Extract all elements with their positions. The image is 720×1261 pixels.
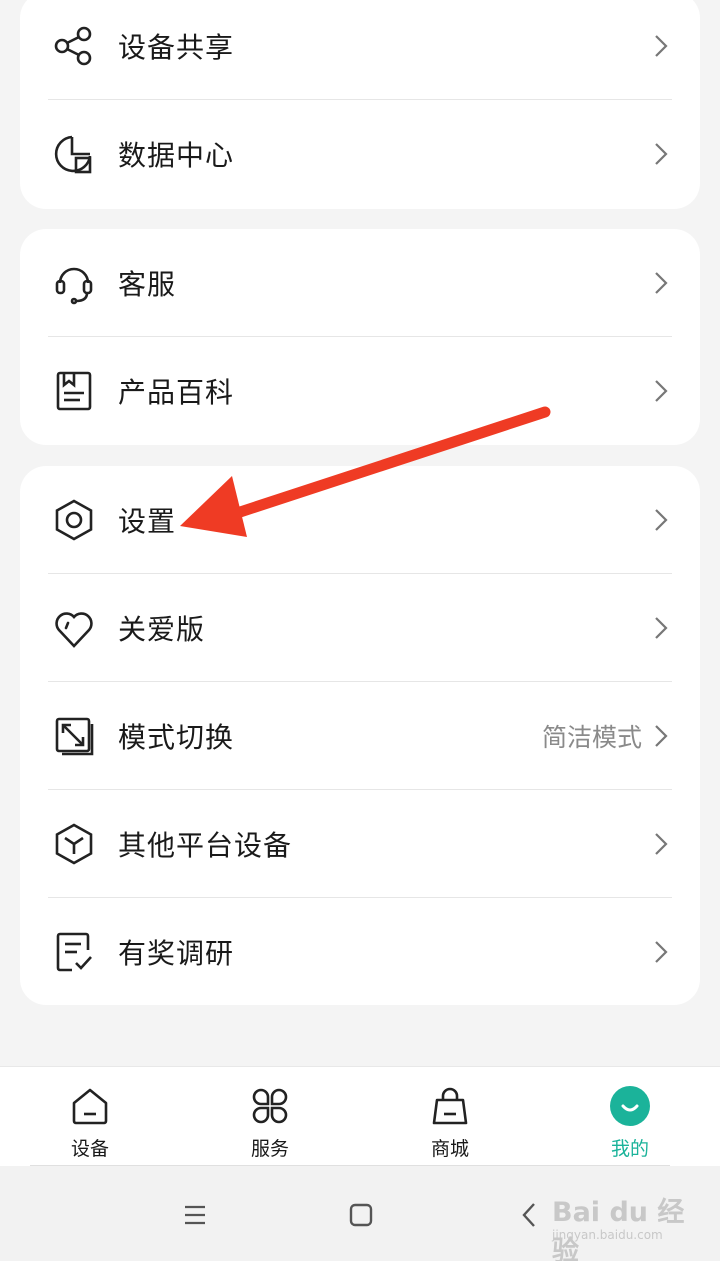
current-mode-value: 简洁模式 <box>541 722 642 752</box>
menu-item-label: 关爱版 <box>118 612 206 646</box>
chevron-right-icon <box>650 830 672 858</box>
bag-icon <box>428 1084 472 1128</box>
watermark-logo-text: Bai du 经验 <box>552 1197 685 1261</box>
tab-label: 我的 <box>610 1138 649 1160</box>
menu-item-label: 其他平台设备 <box>118 828 293 862</box>
menu-item-data-center[interactable]: 数据中心 <box>48 100 672 208</box>
menu-item-label: 设备共享 <box>118 30 235 64</box>
menu-item-other-platform-devices[interactable]: 其他平台设备 <box>48 790 672 898</box>
bottom-tab-bar: 设备 服务 商城 我的 <box>0 1066 720 1166</box>
tab-services[interactable]: 服务 <box>180 1067 360 1166</box>
watermark-url: jingyan.baidu.com <box>552 1228 663 1242</box>
tab-label: 商城 <box>430 1138 469 1160</box>
menu-item-label: 产品百科 <box>118 376 235 409</box>
back-nav-button[interactable] <box>512 1198 546 1232</box>
menu-item-label: 模式切换 <box>118 720 235 754</box>
chevron-right-icon <box>650 377 672 405</box>
menu-item-customer-service[interactable]: 客服 <box>48 229 672 337</box>
tab-me[interactable]: 我的 <box>540 1067 720 1166</box>
menu-icon <box>185 1205 205 1225</box>
menu-item-survey[interactable]: 有奖调研 <box>48 898 672 1006</box>
tab-mall[interactable]: 商城 <box>360 1067 540 1166</box>
heart-icon <box>50 604 98 652</box>
menu-item-label: 有奖调研 <box>118 937 235 970</box>
chevron-right-icon <box>650 269 672 297</box>
smile-avatar-icon <box>608 1084 652 1128</box>
watermark: Bai du 经验 jingyan.baidu.com <box>548 1182 698 1261</box>
chevron-right-icon <box>650 938 672 966</box>
menu-card-2: 客服 产品百科 <box>20 229 700 445</box>
menu-item-label: 设置 <box>118 504 177 538</box>
tab-label: 设备 <box>70 1138 109 1160</box>
menu-item-product-wiki[interactable]: 产品百科 <box>48 337 672 445</box>
menu-item-label: 客服 <box>118 267 177 301</box>
cube-icon <box>50 820 98 868</box>
share-icon <box>50 22 98 70</box>
menu-item-label: 数据中心 <box>118 139 235 172</box>
data-center-icon <box>50 130 98 178</box>
hexagon-settings-icon <box>50 496 98 544</box>
chevron-right-icon <box>650 722 672 750</box>
survey-icon <box>50 928 98 976</box>
profile-screen: 设备共享 数据中心 客服 产品百科 设置 关爱版 模式切换 简洁模式 其他平台设… <box>0 0 720 1261</box>
chevron-right-icon <box>650 32 672 60</box>
menu-card-3: 设置 关爱版 模式切换 简洁模式 其他平台设备 有奖调研 <box>20 466 700 1005</box>
menu-item-device-share[interactable]: 设备共享 <box>48 0 672 100</box>
chevron-right-icon <box>650 614 672 642</box>
menu-nav-button[interactable] <box>178 1198 212 1232</box>
chevron-right-icon <box>650 506 672 534</box>
tab-label: 服务 <box>250 1138 289 1160</box>
menu-item-mode-switch[interactable]: 模式切换 简洁模式 <box>48 682 672 790</box>
menu-item-settings[interactable]: 设置 <box>48 466 672 574</box>
home-icon <box>68 1084 112 1128</box>
book-icon <box>50 367 98 415</box>
back-icon <box>522 1203 535 1227</box>
square-icon <box>349 1203 373 1227</box>
menu-item-care-mode[interactable]: 关爱版 <box>48 574 672 682</box>
home-nav-button[interactable] <box>344 1198 378 1232</box>
resize-icon <box>50 712 98 760</box>
tab-devices[interactable]: 设备 <box>0 1067 180 1166</box>
headset-icon <box>50 259 98 307</box>
menu-card-1: 设备共享 数据中心 <box>20 0 700 209</box>
clover-icon <box>248 1084 292 1128</box>
chevron-right-icon <box>650 140 672 168</box>
